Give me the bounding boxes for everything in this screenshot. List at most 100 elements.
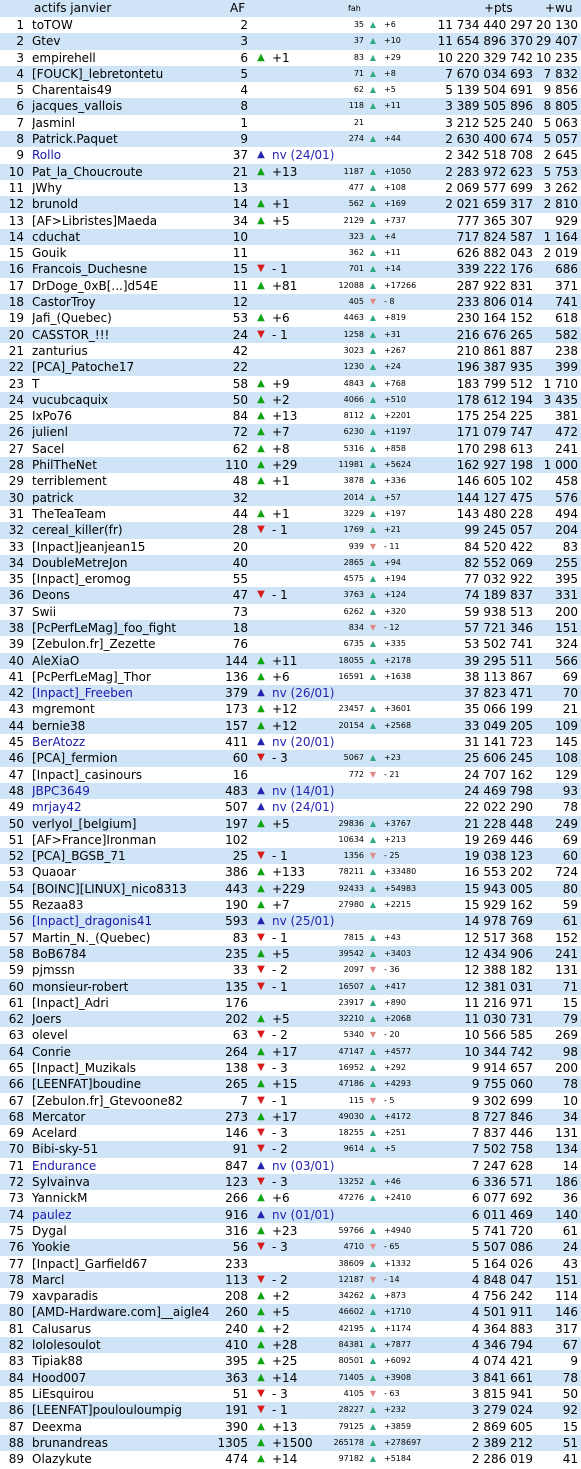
points-cell: 24 469 798	[464, 783, 533, 798]
header-af: AF	[230, 1, 246, 15]
member-name: Endurance	[32, 1158, 97, 1173]
member-name: [PCA]_Patoche17	[32, 360, 135, 375]
fah-arrow-up-icon: ▲	[369, 362, 377, 372]
fah-rank: 18255	[338, 1128, 364, 1138]
member-name: Hood007	[32, 1370, 87, 1385]
fah-rank: 701	[348, 264, 364, 274]
arrow-up-icon: ▲	[257, 165, 265, 177]
member-name: vucubcaquix	[32, 392, 109, 407]
arrow-up-icon: ▲	[257, 198, 265, 210]
fah-rank: 47186	[338, 1079, 364, 1089]
points-cell: 7 247 628	[471, 1158, 533, 1173]
rank-cell: 33	[8, 539, 24, 554]
points-cell: 10 566 585	[464, 1028, 533, 1043]
wu-cell: 71	[562, 979, 578, 994]
fah-arrow-down-icon: ▼	[369, 541, 377, 551]
wu-cell: 1 710	[543, 376, 578, 391]
af-rank-cell: 24	[232, 327, 248, 342]
fah-rank: 4575	[343, 574, 364, 584]
points-cell: 162 927 198	[456, 458, 533, 473]
af-rank-cell: 123	[225, 1175, 248, 1190]
fah-rank: 3023	[343, 345, 364, 355]
arrow-up-icon: ▲	[257, 426, 265, 438]
points-cell: 15 943 005	[464, 881, 533, 896]
fah-rank: 9614	[343, 1144, 364, 1154]
af-rank-cell: 21	[232, 164, 248, 179]
points-cell: 4 346 794	[471, 1338, 533, 1353]
points-cell: 3 389 505 896	[445, 99, 533, 114]
table-row: 67 [Zebulon.fr]_Gtevoone82 7 ▼ - 1 115 ▼ - 59 3…	[0, 1092, 581, 1109]
points-cell: 35 066 199	[464, 702, 533, 717]
af-rank-cell: 264	[225, 1044, 248, 1059]
member-name: LiEsquirou	[32, 1386, 95, 1401]
wu-cell: 151	[555, 620, 578, 635]
table-row: 80 [AMD-Hardware.com]__aigle4 260 ▲ +5 46602 ▲…	[0, 1304, 581, 1321]
rank-cell: 63	[8, 1028, 24, 1043]
rank-cell: 3	[16, 50, 24, 65]
member-name: [Inpact]_dragonis41	[32, 914, 153, 929]
fah-rank: 80501	[338, 1356, 364, 1366]
table-row: 78 Marcl 113 ▼ - 2 12187 ▼ - 14 4 848 047 151	[0, 1271, 581, 1289]
rank-cell: 17	[8, 278, 24, 293]
table-row: 87 Deexma 390 ▲ +13 79125 ▲ +3859 2 869 605 15	[0, 1418, 581, 1435]
af-rank-cell: 240	[225, 1321, 248, 1336]
fah-arrow-up-icon: ▲	[369, 1291, 377, 1301]
points-cell: 146 605 102	[456, 474, 533, 489]
wu-cell: 2 810	[543, 197, 578, 212]
fah-arrow-up-icon: ▲	[369, 460, 377, 470]
fah-arrow-up-icon: ▲	[369, 1014, 377, 1024]
table-row: 74 paulez 916 ▲ nv (01/01) 6 011 469 140	[0, 1206, 581, 1223]
fah-arrow-up-icon: ▲	[369, 834, 377, 844]
member-name: [Inpact]_Freeben	[32, 686, 133, 701]
rank-change: nv (14/01)	[272, 783, 335, 798]
fah-arrow-up-icon: ▲	[369, 166, 377, 176]
points-cell: 38 113 867	[464, 669, 533, 684]
fah-arrow-up-icon: ▲	[369, 1340, 377, 1350]
table-row: 30 patrick 32 2014 ▲ +57 144 127 475 576	[0, 489, 581, 506]
rank-cell: 84	[8, 1370, 24, 1385]
rank-cell: 56	[8, 914, 24, 929]
table-row: 68 Mercator 273 ▲ +17 49030 ▲ +4172 8 727 846 34	[0, 1108, 581, 1126]
af-rank-cell: 916	[225, 1207, 248, 1222]
member-name: Joers	[32, 1012, 62, 1027]
rank-cell: 79	[8, 1289, 24, 1304]
points-cell: 2 342 518 708	[445, 148, 533, 163]
table-row: 44 bernie38 157 ▲ +12 20154 ▲ +2568 33 049 205 10…	[0, 717, 581, 735]
table-row: 48 JBPC3649 483 ▲ nv (14/01) 24 469 798 93	[0, 782, 581, 800]
member-name: terriblement	[32, 474, 107, 489]
fah-rank: 20154	[338, 720, 364, 730]
points-cell: 74 189 837	[464, 588, 533, 603]
arrow-up-icon: ▲	[257, 719, 265, 731]
fah-arrow-up-icon: ▲	[369, 753, 377, 763]
fah-arrow-up-icon: ▲	[369, 182, 377, 192]
rank-cell: 26	[8, 425, 24, 440]
fah-arrow-up-icon: ▲	[369, 508, 377, 518]
table-row: 84 Hood007 363 ▲ +14 71405 ▲ +3908 3 841 661 78	[0, 1369, 581, 1386]
arrow-up-icon: ▲	[257, 654, 265, 666]
fah-rank: 6735	[343, 639, 364, 649]
af-rank-cell: 22	[232, 360, 248, 375]
fah-arrow-up-icon: ▲	[369, 1144, 377, 1154]
fah-rank: 47147	[338, 1046, 364, 1056]
wu-cell: 114	[555, 1289, 578, 1304]
table-row: 50 verlyol_[belgium] 197 ▲ +5 29836 ▲ +3767 21 2…	[0, 815, 581, 832]
fah-rank: 1356	[343, 851, 364, 861]
fah-rank: 32210	[338, 1014, 364, 1024]
fah-rank: 12187	[338, 1274, 364, 1284]
member-name: JBPC3649	[32, 783, 90, 798]
new-entry-icon: ▲	[257, 801, 265, 813]
table-row: 22 [PCA]_Patoche17 22 1230 ▲ +24 196 387 935 39…	[0, 359, 581, 376]
points-cell: 15 929 162	[464, 898, 533, 913]
arrow-down-icon: ▼	[257, 980, 265, 992]
member-name: T	[32, 376, 40, 391]
fah-arrow-up-icon: ▲	[369, 329, 377, 339]
fah-rank: 12088	[338, 280, 364, 290]
fah-rank: 834	[348, 622, 364, 632]
wu-cell: 200	[555, 1061, 578, 1075]
rank-cell: 42	[8, 686, 24, 701]
arrow-down-icon: ▼	[257, 1241, 265, 1253]
table-row: 71 Endurance 847 ▲ nv (03/01) 7 247 628 14	[0, 1157, 581, 1175]
points-cell: 777 365 307	[456, 213, 533, 228]
member-name: toTOW	[32, 18, 73, 32]
rank-cell: 14	[8, 229, 24, 244]
